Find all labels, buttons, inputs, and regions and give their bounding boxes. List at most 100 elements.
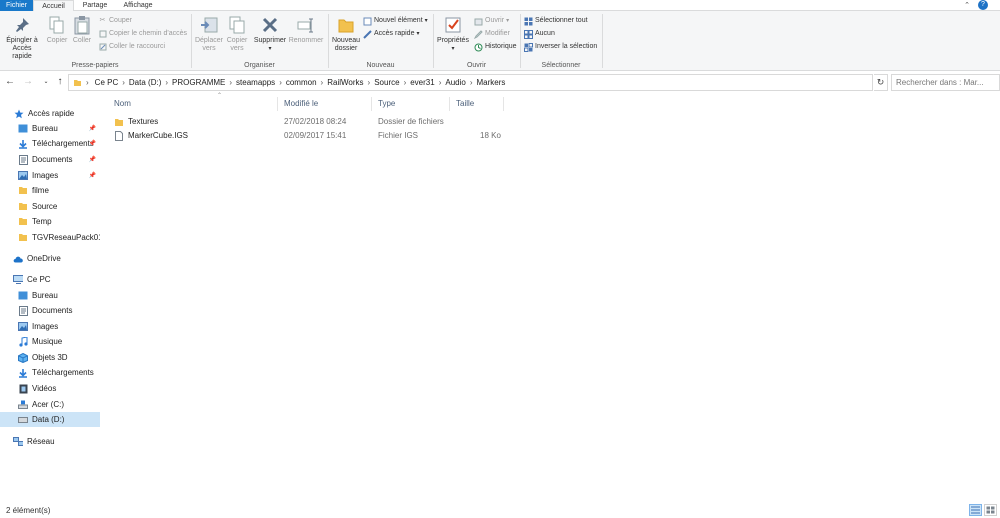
cut-button[interactable]: ✂ Couper [98, 16, 132, 26]
nav-this-pc[interactable]: Ce PC [0, 272, 100, 287]
nav-pc-drive-d[interactable]: Data (D:) [0, 412, 100, 427]
select-none-button[interactable]: Aucun [524, 29, 555, 39]
nav-images[interactable]: Images 📌 [0, 168, 100, 183]
nav-temp[interactable]: Temp [0, 214, 100, 229]
pin-quick-access-button[interactable]: Épingler à Accès rapide [3, 15, 41, 61]
large-icons-view-icon[interactable] [984, 504, 997, 516]
delete-dropdown-icon[interactable]: ▾ [252, 45, 288, 53]
column-header-type[interactable]: Type [372, 97, 450, 111]
recent-locations-icon[interactable]: ⌄ [40, 76, 52, 88]
breadcrumb-item[interactable]: PROGRAMME › [172, 78, 236, 87]
history-icon [474, 43, 483, 52]
cut-label: Couper [109, 17, 132, 24]
paste-shortcut-button[interactable]: Coller le raccourci [98, 42, 165, 52]
edit-button[interactable]: Modifier [474, 29, 510, 39]
new-folder-button[interactable]: Nouveau dossier [331, 15, 361, 53]
refresh-icon[interactable]: ↻ [874, 74, 888, 91]
quick-access-new-button[interactable]: Accès rapide ▾ [363, 29, 419, 39]
tab-share[interactable]: Partage [77, 0, 113, 11]
breadcrumb-ever31[interactable]: ever31 [410, 78, 434, 87]
paste-button[interactable]: Coller [71, 15, 93, 45]
breadcrumb-railworks[interactable]: RailWorks [327, 78, 363, 87]
copy-label: Copier [46, 37, 68, 44]
nav-source[interactable]: Source [0, 199, 100, 214]
invert-selection-button[interactable]: Inverser la sélection [524, 42, 597, 52]
pin-icon[interactable]: 📌 [89, 156, 96, 163]
pin-icon[interactable]: 📌 [89, 140, 96, 147]
help-icon[interactable]: ? [978, 0, 988, 10]
breadcrumb-item[interactable]: Source › [374, 78, 410, 87]
delete-button[interactable]: Supprimer ▾ [252, 15, 288, 53]
nav-pc-downloads[interactable]: Téléchargements [0, 365, 100, 380]
nav-filme[interactable]: filme [0, 183, 100, 198]
search-input[interactable]: Rechercher dans : Mar... [891, 74, 1000, 91]
breadcrumb-item[interactable]: Audio › [445, 78, 476, 87]
download-icon [18, 368, 28, 378]
chevron-down-icon: ▾ [506, 18, 510, 24]
nav-pc-videos[interactable]: Vidéos [0, 381, 100, 396]
breadcrumb-item[interactable]: Markers [477, 78, 506, 87]
breadcrumb-data-d[interactable]: Data (D:) [129, 78, 161, 87]
back-arrow-icon[interactable]: ← [4, 76, 16, 88]
group-select: Sélectionner tout Aucun Inverser la séle… [521, 11, 601, 71]
group-organize: Déplacer vers Copier vers Supprimer ▾ Re… [192, 11, 327, 71]
breadcrumb-item[interactable]: steamapps › [236, 78, 286, 87]
column-header-name[interactable]: Nom [108, 97, 278, 111]
address-bar[interactable]: › Ce PC › Data (D:) › PROGRAMME › steamapps… [68, 74, 873, 91]
nav-pc-music[interactable]: Musique [0, 334, 100, 349]
column-header-modified[interactable]: Modifié le [278, 97, 372, 111]
nav-network[interactable]: Réseau [0, 434, 100, 449]
breadcrumb-item[interactable]: Data (D:) › [129, 78, 172, 87]
folder-icon [336, 15, 356, 35]
nav-pc-images[interactable]: Images [0, 319, 100, 334]
properties-dropdown-icon[interactable]: ▾ [435, 45, 471, 53]
tab-view[interactable]: Affichage [117, 0, 159, 11]
nav-tgvreseaupack01[interactable]: TGVReseauPack01 [0, 230, 100, 245]
forward-arrow-icon[interactable]: → [22, 76, 34, 88]
rename-button[interactable]: Renommer [288, 15, 324, 45]
breadcrumb-programme[interactable]: PROGRAMME [172, 78, 225, 87]
breadcrumb-source[interactable]: Source [374, 78, 399, 87]
properties-button[interactable]: Propriétés ▾ [435, 15, 471, 53]
open-button[interactable]: Ouvrir ▾ [474, 16, 509, 26]
nav-onedrive[interactable]: OneDrive [0, 251, 100, 266]
details-view-icon[interactable] [969, 504, 982, 516]
nav-pc-3d-objects[interactable]: Objets 3D [0, 350, 100, 365]
pin-icon[interactable]: 📌 [89, 172, 96, 179]
nav-pc-documents[interactable]: Documents [0, 303, 100, 318]
copy-button[interactable]: Copier [44, 15, 70, 45]
up-arrow-icon[interactable]: ↑ [54, 76, 66, 88]
pin-icon[interactable]: 📌 [89, 125, 96, 132]
nav-downloads-label: Téléchargements [32, 139, 94, 148]
history-button[interactable]: Historique [474, 42, 517, 52]
table-row[interactable]: Textures 27/02/2018 08:24 Dossier de fic… [110, 115, 510, 129]
copy-to-button[interactable]: Copier vers [224, 15, 250, 53]
nav-quick-access[interactable]: Accès rapide [0, 106, 100, 121]
navigation-bar: ← → ⌄ ↑ › Ce PC › Data (D:) › PROGRAMME › s… [0, 72, 1000, 93]
breadcrumb-item[interactable]: common › [286, 78, 327, 87]
new-item-button[interactable]: Nouvel élément ▾ [363, 16, 428, 26]
table-row[interactable]: MarkerCube.IGS 02/09/2017 15:41 Fichier … [110, 129, 510, 143]
nav-pc-desktop[interactable]: Bureau [0, 288, 100, 303]
breadcrumb-item[interactable]: ever31 › [410, 78, 445, 87]
nav-pc-drive-c-label: Acer (C:) [32, 400, 64, 409]
collapse-ribbon-icon[interactable]: ⌃ [964, 1, 970, 9]
nav-pc-drive-c[interactable]: Acer (C:) [0, 397, 100, 412]
tab-file[interactable]: Fichier [0, 0, 33, 11]
nav-downloads[interactable]: Téléchargements 📌 [0, 136, 100, 151]
copy-path-button[interactable]: Copier le chemin d'accès [98, 29, 187, 39]
column-header-size[interactable]: Taille [450, 97, 504, 111]
nav-desktop[interactable]: Bureau 📌 [0, 121, 100, 136]
nav-pc-images-label: Images [32, 322, 59, 331]
nav-documents[interactable]: Documents 📌 [0, 152, 100, 167]
breadcrumb-ce-pc[interactable]: Ce PC [95, 78, 119, 87]
breadcrumb-audio[interactable]: Audio [445, 78, 465, 87]
breadcrumb-item[interactable]: RailWorks › [327, 78, 374, 87]
copy-to-icon [227, 15, 247, 35]
breadcrumb-steamapps[interactable]: steamapps [236, 78, 275, 87]
breadcrumb-common[interactable]: common [286, 78, 317, 87]
move-to-button[interactable]: Déplacer vers [194, 15, 224, 53]
breadcrumb-markers[interactable]: Markers [477, 78, 506, 87]
select-all-button[interactable]: Sélectionner tout [524, 16, 588, 26]
breadcrumb-item[interactable]: Ce PC › [95, 78, 129, 87]
